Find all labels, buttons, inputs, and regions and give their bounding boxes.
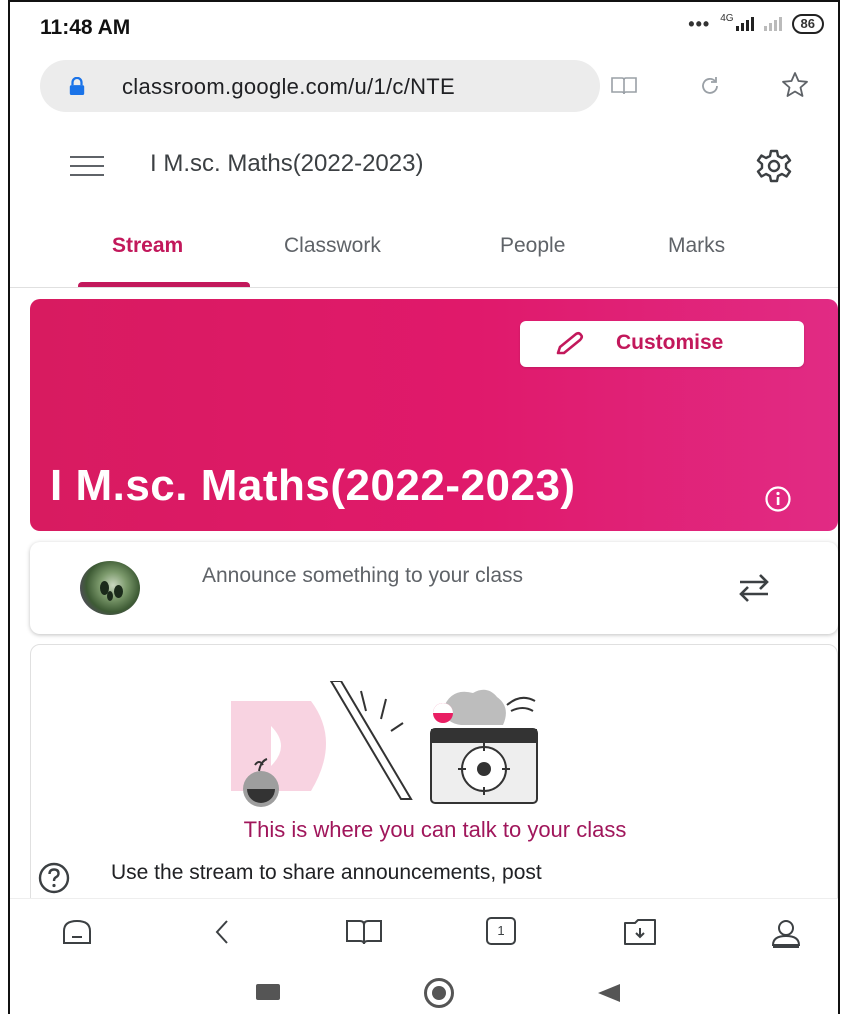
tab-classwork[interactable]: Classwork [284,234,381,258]
classroom-illustration [231,681,538,807]
network-type: 4G [720,12,734,24]
info-icon[interactable] [764,485,792,513]
customise-label: Customise [616,331,724,354]
back-chevron-icon[interactable] [212,917,232,947]
profile-icon[interactable] [770,917,802,949]
downloads-icon[interactable] [622,917,658,947]
tab-bar: Stream Classwork People Marks [10,228,838,288]
repost-icon[interactable] [734,570,774,606]
class-banner: Customise I M.sc. Maths(2022-2023) [30,299,838,531]
banner-class-title: I M.sc. Maths(2022-2023) [50,461,576,510]
phone-screen: 11:48 AM ••• 4G 86 classroom.google.com/… [8,0,840,1014]
lock-icon [69,77,85,95]
home-icon[interactable] [60,917,94,947]
reader-mode-icon[interactable] [610,76,638,96]
notification-dots-icon: ••• [688,14,711,34]
stream-description: Use the stream to share announcements, p… [111,861,542,884]
status-time: 11:48 AM [40,16,131,39]
announce-box[interactable]: Announce something to your class [30,542,838,634]
battery-level: 86 [791,14,824,34]
tab-count: 1 [497,923,505,938]
signal-secondary-icon [763,17,782,31]
announce-placeholder[interactable]: Announce something to your class [202,562,622,590]
avatar [80,561,140,615]
reload-icon[interactable] [698,74,722,98]
signal-icon [735,17,754,31]
active-tab-indicator [78,282,250,287]
back-button[interactable] [598,984,620,1002]
pencil-icon [556,331,584,355]
status-indicators: ••• 4G 86 [688,12,824,34]
stream-headline: This is where you can talk to your class [243,817,627,842]
system-nav-bar [10,960,838,1014]
bookmarks-icon[interactable] [344,917,384,947]
tab-marks[interactable]: Marks [668,234,725,258]
customise-button[interactable]: Customise [520,321,804,367]
class-title: I M.sc. Maths(2022-2023) [150,150,424,177]
address-bar[interactable]: classroom.google.com/u/1/c/NTE [40,60,600,112]
menu-icon[interactable] [70,156,104,178]
browser-bottom-nav: 1 [10,898,838,960]
url-text[interactable]: classroom.google.com/u/1/c/NTE [122,74,455,100]
help-icon[interactable] [37,861,71,895]
tabs-icon[interactable]: 1 [486,917,516,945]
gear-icon[interactable] [756,148,792,184]
tab-people[interactable]: People [500,234,565,258]
star-icon[interactable] [780,70,810,100]
home-button[interactable] [424,978,454,1008]
recents-button[interactable] [256,984,280,1000]
tab-stream[interactable]: Stream [112,234,183,258]
status-bar: 11:48 AM ••• 4G 86 [10,2,838,46]
